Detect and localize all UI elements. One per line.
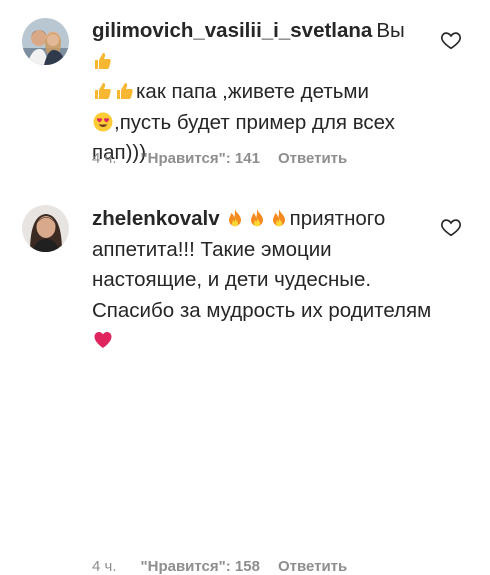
reply-button[interactable]: Ответить xyxy=(278,558,347,575)
fire-emoji-icon xyxy=(269,208,289,228)
comment-username[interactable]: gilimovich_vasilii_i_svetlana xyxy=(92,19,372,42)
comment-meta: 4 ч. "Нравится": 141 Ответить xyxy=(92,150,347,167)
fire-emoji-icon xyxy=(225,208,245,228)
reply-button[interactable]: Ответить xyxy=(278,150,347,167)
like-heart-icon[interactable] xyxy=(440,216,462,238)
avatar[interactable] xyxy=(22,205,69,252)
comment-text: как папа ,живете детьми xyxy=(136,80,369,103)
comment-username[interactable]: zhelenkovalv xyxy=(92,207,220,230)
comment-likes-count[interactable]: "Нравится": 141 xyxy=(141,150,260,167)
thumbs-up-emoji-icon xyxy=(93,51,113,71)
like-heart-icon[interactable] xyxy=(440,29,462,51)
thumbs-up-emoji-icon xyxy=(93,81,113,101)
comment-meta: 4 ч. "Нравится": 158 Ответить xyxy=(92,558,347,575)
heart-eyes-emoji-icon xyxy=(93,112,113,132)
comment-text: Вы xyxy=(376,19,405,42)
comment-body: zhelenkovalv приятного аппетита!!! Такие… xyxy=(92,204,432,357)
comment-timestamp[interactable]: 4 ч. xyxy=(92,150,117,167)
comment-timestamp[interactable]: 4 ч. xyxy=(92,558,117,575)
comment-body: gilimovich_vasilii_i_svetlana Вы как папа… xyxy=(92,16,432,169)
avatar[interactable] xyxy=(22,18,69,65)
thumbs-up-emoji-icon xyxy=(115,81,135,101)
fire-emoji-icon xyxy=(247,208,267,228)
red-heart-emoji-icon xyxy=(93,330,113,350)
comment-likes-count[interactable]: "Нравится": 158 xyxy=(141,558,260,575)
